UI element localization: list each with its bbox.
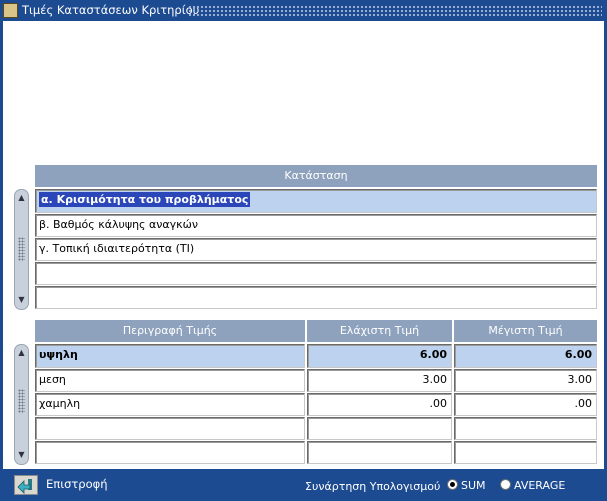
sum-radio-label[interactable]: SUM [461,479,486,492]
sum-radio[interactable] [447,479,458,490]
value-description-field[interactable] [35,441,305,464]
value-max-field[interactable]: 3.00 [454,369,597,392]
state-row[interactable] [35,262,597,285]
value-max-field[interactable] [454,417,597,440]
column-header-max: Μέγιστη Τιμή [454,320,597,342]
title-bar-pattern [188,5,602,16]
scroll-down-icon[interactable]: ▼ [17,296,26,304]
values-scrollbar[interactable]: ▲ ▼ [14,344,29,465]
back-button-label[interactable]: Επιστροφή [46,477,108,491]
value-min-field[interactable]: 6.00 [307,344,452,368]
value-description-field[interactable]: μεση [35,369,305,392]
scroll-grip[interactable] [18,237,25,261]
value-description-field[interactable]: χαμηλη [35,393,305,416]
value-max-field[interactable]: 6.00 [454,344,597,368]
value-min-field[interactable]: 3.00 [307,369,452,392]
back-button[interactable] [14,475,38,495]
app-icon [3,3,18,18]
value-max-field[interactable] [454,441,597,464]
states-header: Κατάσταση [35,165,597,187]
states-scrollbar[interactable]: ▲ ▼ [14,189,29,310]
value-min-field[interactable] [307,417,452,440]
scroll-down-icon[interactable]: ▼ [17,451,26,459]
calculation-function-label: Συνάρτηση Υπολογισμού [305,480,441,493]
value-max-field[interactable]: .00 [454,393,597,416]
scroll-up-icon[interactable]: ▲ [17,349,26,357]
column-header-description: Περιγραφή Τιμής [35,320,305,342]
value-min-field[interactable]: .00 [307,393,452,416]
back-arrow-icon [17,479,32,494]
window-title: Τιμές Καταστάσεων Κριτηρίου [22,3,200,17]
value-min-field[interactable] [307,441,452,464]
scroll-up-icon[interactable]: ▲ [17,194,26,202]
state-row[interactable]: α. Κρισιμότητα του προβλήματος [35,189,597,213]
average-radio-label[interactable]: AVERAGE [514,479,565,492]
state-row[interactable] [35,286,597,309]
value-description-field[interactable]: υψηλη [35,344,305,368]
average-radio[interactable] [500,479,511,490]
state-row-text: α. Κρισιμότητα του προβλήματος [39,192,251,207]
state-row[interactable]: β. Βαθμός κάλυψης αναγκών [35,214,597,237]
value-description-field[interactable] [35,417,305,440]
state-row[interactable]: γ. Τοπική ιδιαιτερότητα (ΤΙ) [35,238,597,261]
scroll-grip[interactable] [18,389,25,413]
column-header-min: Ελάχιστη Τιμή [307,320,452,342]
